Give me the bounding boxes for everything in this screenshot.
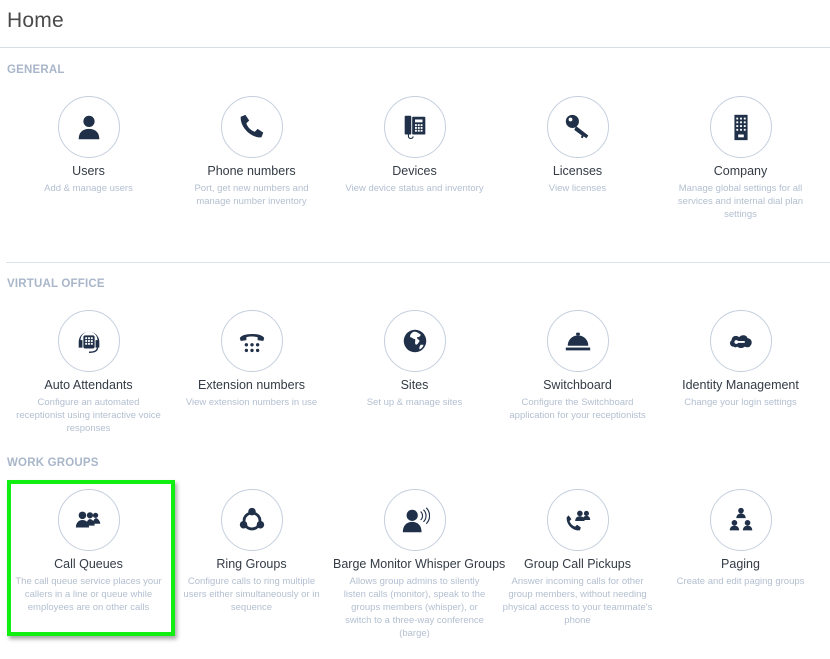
section-label-virtual-office: VIRTUAL OFFICE — [7, 278, 105, 290]
tile-title[interactable]: Users — [7, 164, 170, 179]
section-label-work-groups: WORK GROUPS — [7, 457, 99, 469]
tile-title[interactable]: Auto Attendants — [7, 378, 170, 393]
identity-management-icon-circle[interactable] — [709, 310, 772, 372]
section-divider — [6, 262, 830, 263]
desk-phone-icon — [404, 115, 425, 140]
tile-sites[interactable]: Sites Set up & manage sites — [333, 310, 496, 409]
tile-description: Configure an automated receptionist usin… — [16, 397, 161, 434]
tile-description: View licenses — [548, 183, 607, 194]
headset-icon — [78, 331, 99, 353]
tile-title[interactable]: Company — [659, 164, 822, 179]
user-hierarchy-icon — [729, 507, 752, 531]
auto-attendants-icon-circle[interactable] — [57, 310, 120, 372]
user-group-icon — [75, 511, 100, 528]
tile-description: Manage global settings for all services … — [677, 183, 804, 220]
cloud-key-icon — [729, 335, 752, 349]
tile-description: Port, get new numbers and manage number … — [194, 183, 309, 207]
company-icon-circle[interactable] — [709, 96, 772, 158]
tile-description: Set up & manage sites — [366, 397, 463, 408]
tile-description: Allows group admins to silently listen c… — [343, 576, 486, 639]
tile-title[interactable]: Extension numbers — [170, 378, 333, 393]
tile-description: Change your login settings — [684, 397, 797, 408]
tile-group-call-pickups[interactable]: Group Call Pickups Answer incoming calls… — [496, 489, 659, 627]
tile-devices[interactable]: Devices View device status and inventory — [333, 96, 496, 195]
tile-switchboard[interactable]: Switchboard Configure the Switchboard ap… — [496, 310, 659, 422]
tile-barge-monitor-whisper-groups[interactable]: Barge Monitor Whisper Groups Allows grou… — [333, 489, 505, 640]
section-general: Users Add & manage users Phone numbers P… — [7, 96, 822, 266]
phone-numbers-icon-circle[interactable] — [220, 96, 283, 158]
tile-description: Add & manage users — [44, 183, 133, 194]
user-icon — [78, 115, 99, 140]
service-bell-icon — [565, 332, 590, 351]
tile-phone-numbers[interactable]: Phone numbers Port, get new numbers and … — [170, 96, 333, 208]
page-title: Home — [7, 9, 64, 32]
tile-company[interactable]: Company Manage global settings for all s… — [659, 96, 822, 221]
keypad-phone-icon — [239, 333, 264, 353]
tile-identity-management[interactable]: Identity Management Change your login se… — [659, 310, 822, 409]
sites-icon-circle[interactable] — [383, 310, 446, 372]
group-call-pickups-icon-circle[interactable] — [546, 489, 609, 551]
tile-extension-numbers[interactable]: Extension numbers View extension numbers… — [170, 310, 333, 409]
users-icon-circle[interactable] — [57, 96, 120, 158]
tile-ring-groups[interactable]: Ring Groups Configure calls to ring mult… — [170, 489, 333, 614]
tile-title[interactable]: Licenses — [496, 164, 659, 179]
call-queues-icon-circle[interactable] — [57, 489, 120, 551]
globe-icon — [403, 329, 426, 353]
tile-title[interactable]: Paging — [659, 557, 822, 572]
tile-description: Create and edit paging groups — [676, 576, 805, 587]
tile-description: Answer incoming calls for other group me… — [502, 576, 653, 626]
tile-call-queues[interactable]: Call Queues The call queue service place… — [7, 489, 170, 614]
tile-paging[interactable]: Paging Create and edit paging groups — [659, 489, 822, 588]
licenses-icon-circle[interactable] — [546, 96, 609, 158]
tile-description: Configure calls to ring multiple users e… — [183, 576, 320, 613]
tile-title[interactable]: Devices — [333, 164, 496, 179]
tile-description: Configure the Switchboard application fo… — [509, 397, 646, 421]
tile-title[interactable]: Identity Management — [659, 378, 822, 393]
section-label-general: GENERAL — [7, 64, 65, 76]
section-work-groups: Call Queues The call queue service place… — [7, 489, 822, 659]
section-virtual-office: Auto Attendants Configure an automated r… — [7, 310, 822, 480]
tile-description: View extension numbers in use — [185, 397, 318, 408]
phone-icon — [240, 114, 263, 138]
tile-title[interactable]: Group Call Pickups — [496, 557, 659, 572]
paging-icon-circle[interactable] — [709, 489, 772, 551]
user-speaking-icon — [402, 507, 430, 533]
building-icon — [733, 114, 748, 141]
key-icon — [565, 114, 588, 139]
tile-description: View device status and inventory — [345, 183, 484, 194]
devices-icon-circle[interactable] — [383, 96, 446, 158]
barge-monitor-whisper-icon-circle[interactable] — [383, 489, 446, 551]
tile-auto-attendants[interactable]: Auto Attendants Configure an automated r… — [7, 310, 170, 435]
switchboard-icon-circle[interactable] — [546, 310, 609, 372]
ring-group-icon — [239, 507, 264, 531]
tile-title[interactable]: Sites — [333, 378, 496, 393]
tile-users[interactable]: Users Add & manage users — [7, 96, 170, 195]
header-divider — [0, 47, 830, 48]
tile-title[interactable]: Call Queues — [7, 557, 170, 572]
tile-title[interactable]: Ring Groups — [170, 557, 333, 572]
tile-licenses[interactable]: Licenses View licenses — [496, 96, 659, 195]
ring-groups-icon-circle[interactable] — [220, 489, 283, 551]
tile-title[interactable]: Switchboard — [496, 378, 659, 393]
tile-title[interactable]: Phone numbers — [170, 164, 333, 179]
extension-numbers-icon-circle[interactable] — [220, 310, 283, 372]
tile-description: The call queue service places your calle… — [15, 576, 162, 613]
tile-title[interactable]: Barge Monitor Whisper Groups — [333, 557, 505, 572]
phone-group-icon — [566, 510, 590, 531]
